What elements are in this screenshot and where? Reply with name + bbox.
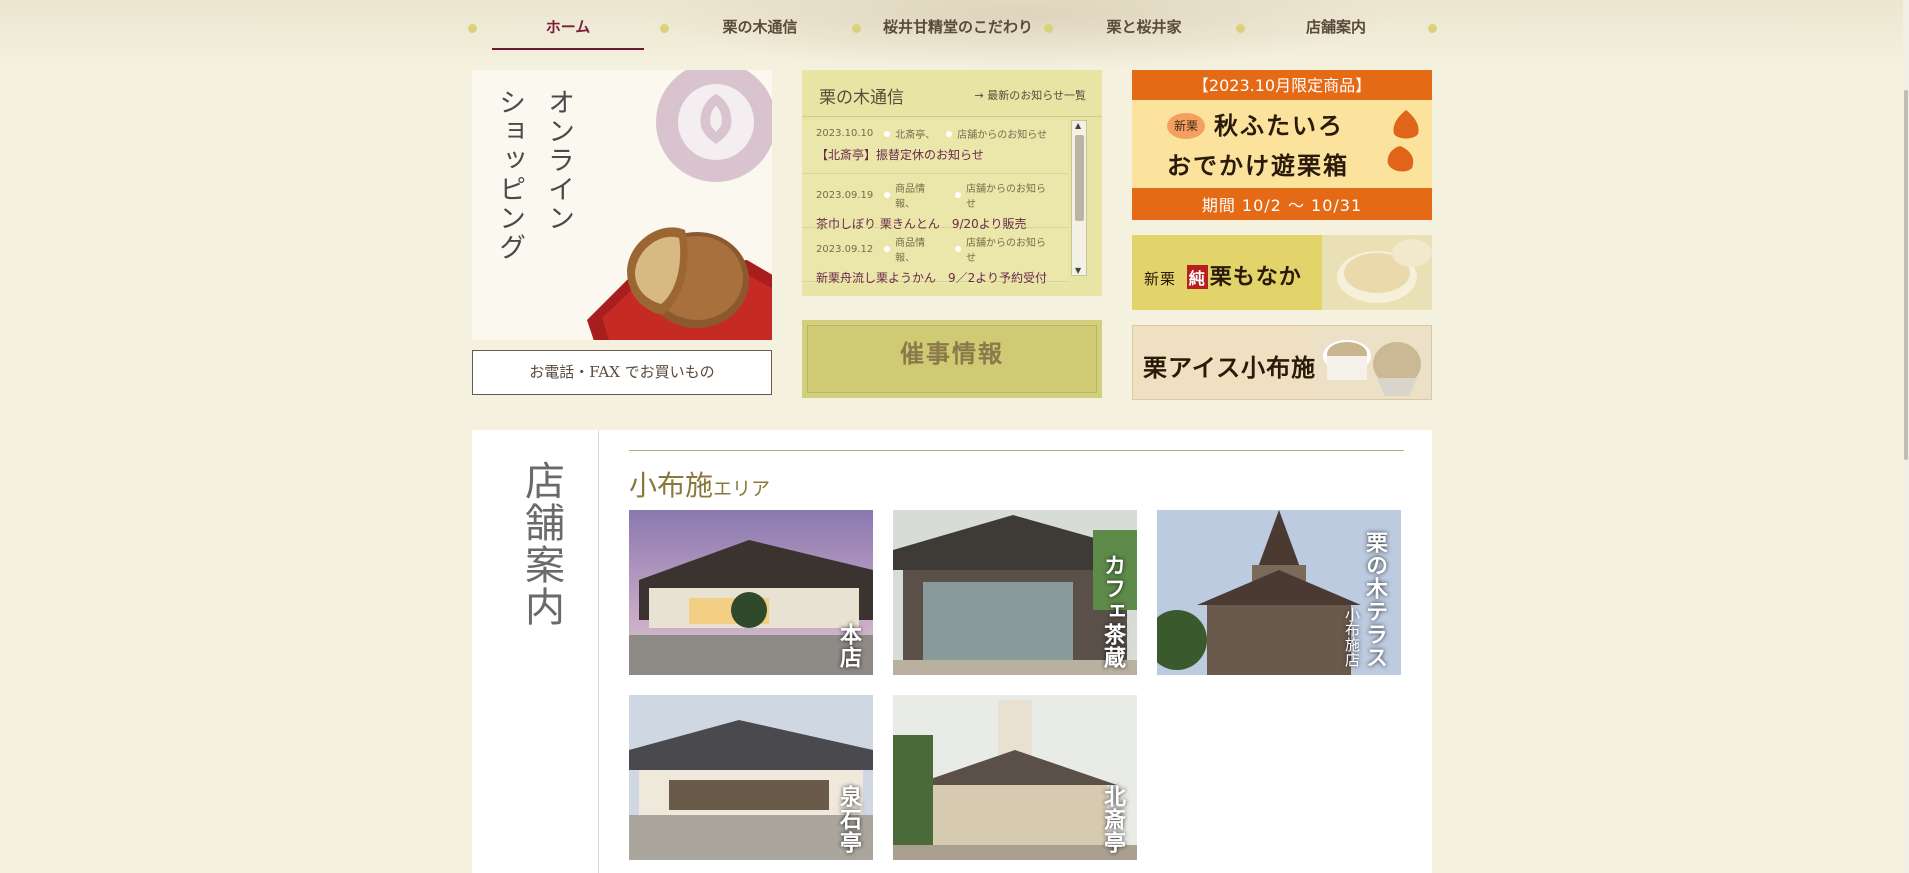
nav-separator-dot: [852, 24, 861, 33]
scroll-up-icon[interactable]: ▲: [1075, 121, 1081, 130]
nav-item-stores[interactable]: 店舗案内: [1260, 0, 1412, 50]
news-scrollbar[interactable]: ▲ ▼: [1071, 120, 1087, 276]
news-item[interactable]: 2023.10.10 北斎亭、 店舗からのお知らせ 【北斎亭】振替定休のお知らせ: [802, 120, 1068, 174]
nav-item-home[interactable]: ホーム: [492, 0, 644, 50]
store-card-kurinoki-terrace[interactable]: 栗の木テラス 小布施店: [1157, 510, 1401, 675]
page-scrollbar[interactable]: [1903, 0, 1909, 873]
chestnut-monaka-banner[interactable]: 新栗 純栗もなか: [1132, 235, 1432, 310]
news-more-link[interactable]: → 最新のお知らせ一覧: [975, 87, 1087, 103]
store-label: 本店: [836, 623, 862, 669]
store-card-main-store[interactable]: 本店: [629, 510, 873, 675]
news-list: 2023.10.10 北斎亭、 店舗からのお知らせ 【北斎亭】振替定休のお知らせ…: [802, 120, 1068, 284]
monaka-product-image: [1322, 235, 1432, 310]
new-chestnut-badge: 新栗: [1167, 113, 1205, 139]
online-shopping-banner[interactable]: オンライン ショッピング: [472, 70, 772, 340]
nav-item-kurinoki-news[interactable]: 栗の木通信: [684, 0, 836, 50]
nav-separator-dot: [468, 24, 477, 33]
area-title: 小布施エリア: [629, 469, 771, 502]
store-label: 北斎亭: [1100, 785, 1126, 854]
page-scrollbar-thumb[interactable]: [1904, 90, 1908, 460]
limited-product-name-line2: おでかけ遊栗箱: [1167, 151, 1349, 180]
nav-item-chestnut-family[interactable]: 栗と桜井家: [1068, 0, 1220, 50]
nav-item-commitment[interactable]: 桜井甘精堂のこだわり: [868, 0, 1048, 50]
bullet-icon: [955, 192, 961, 198]
scrollbar-thumb[interactable]: [1075, 135, 1084, 221]
news-item-title: 【北斎亭】振替定休のお知らせ: [816, 148, 984, 162]
limited-banner-heading: 【2023.10月限定商品】: [1192, 76, 1372, 95]
bullet-icon: [884, 246, 891, 252]
bullet-icon: [884, 192, 891, 198]
store-guide-title: 店舗案内: [518, 460, 564, 628]
news-item-title: 茶巾しぼり 栗きんとん 9/20より販売: [816, 217, 1027, 231]
news-item[interactable]: 2023.09.12 商品情報、 店舗からのお知らせ 新栗舟流し栗ようかん 9／…: [802, 228, 1068, 284]
chestnut-ice-banner[interactable]: 栗アイス小布施: [1132, 325, 1432, 400]
online-shopping-title: オンライン ショッピング: [494, 88, 574, 262]
news-panel: 栗の木通信 → 最新のお知らせ一覧 2023.10.10 北斎亭、 店舗からのお…: [802, 70, 1102, 296]
nav-separator-dot: [1044, 24, 1053, 33]
news-title: 栗の木通信: [819, 88, 904, 108]
nav-separator-dot: [660, 24, 669, 33]
bullet-icon: [884, 130, 891, 137]
ice-banner-label: 栗アイス小布施: [1143, 353, 1317, 382]
ice-cream-product-image: [1311, 326, 1431, 399]
scroll-down-icon[interactable]: ▼: [1075, 266, 1081, 275]
store-card-hokusaitei[interactable]: 北斎亭: [893, 695, 1137, 860]
dorayaki-product-image: [587, 227, 772, 340]
event-info-label: 催事情報: [900, 339, 1004, 368]
store-label: カフェ茶蔵: [1100, 554, 1126, 669]
bullet-icon: [955, 246, 961, 252]
store-sublabel: 小布施店: [1343, 607, 1361, 667]
store-label: 栗の木テラス: [1362, 531, 1388, 669]
store-label: 泉石亭: [836, 785, 862, 854]
news-header: 栗の木通信 → 最新のお知らせ一覧: [802, 70, 1102, 117]
nav-separator-dot: [1428, 24, 1437, 33]
news-item[interactable]: 2023.09.19 商品情報、 店舗からのお知らせ 茶巾しぼり 栗きんとん 9…: [802, 174, 1068, 231]
main-nav: ホーム 栗の木通信 桜井甘精堂のこだわり 栗と桜井家 店舗案内: [468, 0, 1437, 54]
store-card-sensekitei[interactable]: 泉石亭: [629, 695, 873, 860]
store-guide-section: 店舗案内 小布施エリア 本店 カフェ茶蔵 栗の木テラス 小布施店 泉石亭 北斎亭: [472, 430, 1432, 873]
crest-logo-icon: [656, 70, 772, 182]
limited-banner-period: 期間 10/2 ～ 10/31: [1201, 196, 1363, 215]
phone-fax-order-button[interactable]: お電話・FAX でお買いもの: [472, 350, 772, 395]
store-card-cafe-chagura[interactable]: カフェ茶蔵: [893, 510, 1137, 675]
event-info-banner[interactable]: 催事情報: [802, 320, 1102, 398]
news-item-title: 新栗舟流し栗ようかん 9／2より予約受付: [816, 271, 1048, 284]
monaka-banner-label: 新栗 純栗もなか: [1144, 264, 1302, 290]
limited-product-banner[interactable]: 【2023.10月限定商品】 新栗 秋ふたいろ おでかけ遊栗箱 期間 10/2 …: [1132, 70, 1432, 220]
nav-separator-dot: [1236, 24, 1245, 33]
bullet-icon: [946, 130, 953, 137]
area-divider: [629, 450, 1404, 451]
chestnut-icon: [1387, 110, 1419, 172]
limited-product-name-line1: 秋ふたいろ: [1214, 111, 1344, 140]
